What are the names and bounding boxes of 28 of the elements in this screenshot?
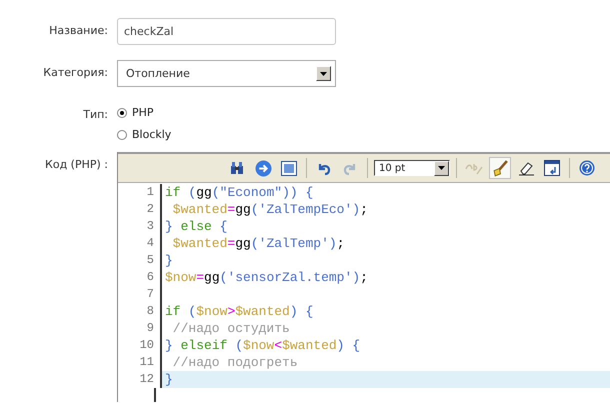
font-size-select[interactable]: 10 pt [374, 160, 450, 176]
code-text: } elseif ($now<$wanted) { [164, 337, 362, 354]
eraser-icon [518, 160, 534, 176]
insert-button[interactable] [541, 157, 563, 179]
type-radio[interactable]: Blockly [117, 126, 610, 144]
name-label: Название: [48, 23, 108, 39]
code-text: $wanted=gg('ZalTempEco'); [172, 201, 369, 218]
binoculars-icon [229, 160, 245, 176]
type-radio[interactable]: PHP [117, 104, 610, 122]
brush-icon [492, 160, 508, 176]
help-icon [579, 160, 595, 176]
code-text: //надо подогреть [172, 354, 299, 371]
code-text: if (gg("Econom")) { [164, 184, 314, 201]
code-text: } [164, 252, 174, 269]
category-label: Категория: [42, 65, 108, 81]
window-icon [281, 160, 297, 176]
code-text: } [162, 371, 610, 388]
arrow-circle-icon [254, 160, 272, 176]
code-text: $now=gg('sensorZal.temp'); [164, 269, 369, 286]
type-label: Тип: [82, 107, 108, 123]
code-text: $wanted=gg('ZalTemp'); [172, 235, 346, 252]
code-text: //надо остудить [172, 320, 291, 337]
code-text: if ($now>$wanted) { [164, 303, 314, 320]
name-field[interactable]: checkZal [117, 18, 336, 45]
highlight-button[interactable] [489, 157, 511, 179]
code-label: Код (PHP) : [44, 157, 108, 173]
code-text: } else { [164, 218, 228, 235]
category-select[interactable]: Отопление [117, 60, 336, 87]
